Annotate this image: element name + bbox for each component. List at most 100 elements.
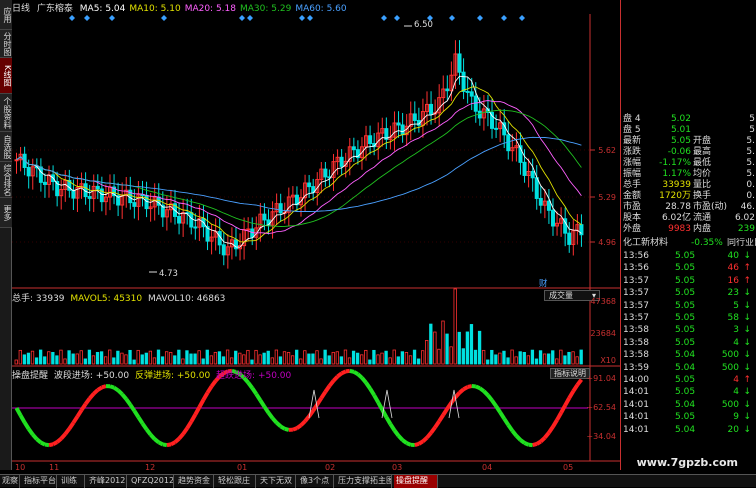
side-tab-0[interactable]: 应用 [0,0,12,30]
tick-price: 5.05 [675,275,695,287]
finance-marker[interactable]: 财 [539,277,548,289]
low-price-marker: 4.73 [159,269,178,279]
side-tab-4[interactable]: 自选股 [0,132,12,162]
bottom-tab-5[interactable]: 趋势资金 [176,475,214,488]
chart-area[interactable]: 日线 广东榕泰 MA5: 5.04MA10: 5.10MA20: 5.18MA3… [12,0,620,462]
bottom-tab-1[interactable]: 指标平台 [22,475,57,488]
candle-body [551,210,554,226]
indicator-segment [199,400,203,407]
candle-body [15,160,18,161]
volume-bar [438,349,441,364]
side-tab-6[interactable]: 更多 [0,198,12,228]
tick-volume: 40 [728,250,739,262]
volume-bar [507,358,510,364]
indicator-segment [423,438,427,442]
volume-bar [234,351,237,364]
candle-body [397,123,400,125]
candle-body [401,125,404,135]
volume-bar [39,350,42,364]
indicator-segment [468,386,472,387]
indicator-segment [464,387,468,389]
quote-value: 5.05 [653,136,691,147]
volume-bar [60,350,63,364]
volume-bar [527,356,530,364]
indicator-segment [443,409,447,415]
indicator-segment [577,380,581,385]
volume-scale-unit: X10 [600,356,616,365]
tick-volume: 4 [733,374,739,386]
indicator-segment [512,431,516,436]
candle-body [308,183,311,187]
sector-compare-link[interactable]: 同行业比较 [727,238,756,249]
tick-time: 13:57 [623,300,649,312]
bottom-tab-8[interactable]: 像3个点 [298,475,334,488]
indicator-segment [69,423,73,429]
side-tab-1[interactable]: 分时图 [0,30,12,58]
candle-body [279,204,282,213]
side-tab-3[interactable]: 个股资料 [0,94,12,132]
side-tab-5[interactable]: 综合排名 [0,162,12,198]
indicator-help-button[interactable]: 指标说明 [550,368,590,379]
quote-label: 市盈 [623,202,641,213]
indicator-segment [142,423,146,429]
signal-diamond [307,15,313,21]
quote-label: 涨幅 [623,158,641,169]
indicator-segment [561,405,565,412]
bottom-tab-4[interactable]: QFZQ2012 [129,475,174,488]
mavol5-label: MAVOL5: 45310 [70,294,142,304]
indicator-segment [45,445,49,446]
candle-body [178,216,181,223]
tick-volume: 500 [722,399,739,411]
bottom-tab-0[interactable]: 观察 [0,475,20,488]
indicator-segment [545,433,549,438]
volume-bar [291,356,294,364]
tick-direction-icon: ↓ [743,386,751,398]
bottom-tab-6[interactable]: 轻松跟庄 [216,475,256,488]
volume-bar [161,357,164,364]
quote-value: 6.02亿 [653,213,691,224]
indicator-segment [159,442,163,444]
quote-row: 外盘9983内盘239 [623,224,756,235]
candle-body [430,104,433,114]
candle-body [324,169,327,177]
volume-bar [572,352,575,364]
volume-bar [482,350,485,364]
indicator-segment [488,395,492,400]
tick-direction-icon: ↓ [743,250,751,262]
indicator-segment [329,381,333,386]
bottom-tab-2[interactable]: 训练 [59,475,85,488]
kline-chart-svg[interactable] [12,0,620,462]
candle-body [446,89,449,91]
tick-volume: 58 [728,312,739,324]
volume-bar [352,351,355,364]
volume-bar [454,289,457,364]
indicator-segment [155,439,159,442]
indicator-segment [25,422,29,428]
volume-bar [145,353,148,364]
indicator-segment [334,376,338,380]
candle-body [352,147,355,150]
sector-row[interactable]: 化工新材料 -0.35% 同行业比较 [623,238,756,249]
indicator-segment [394,430,398,435]
tick-price: 5.05 [675,411,695,423]
candle-body [72,190,75,198]
bottom-tab-7[interactable]: 天下无双 [258,475,296,488]
volume-bar [348,358,351,364]
tick-volume: 23 [728,287,739,299]
indicator-segment [321,392,325,398]
tick-row: 13:575.055↓ [623,300,756,312]
bottom-tab-10[interactable]: 操盘提醒 [394,475,438,488]
candle-body [251,229,254,237]
indicator-segment [557,413,561,420]
volume-bar [88,350,91,364]
bottom-tab-9[interactable]: 压力支撑拓主图 [336,475,392,488]
indicator-segment [427,433,431,438]
side-tab-2[interactable]: K线图 [0,58,12,94]
signal-diamond [84,15,90,21]
signal-diamond [501,15,507,21]
indicator-segment [378,402,382,409]
bottom-tab-3[interactable]: 齐峰2012 [87,475,127,488]
sector-name[interactable]: 化工新材料 [623,238,668,249]
indicator-segment [541,438,545,442]
volume-bar [389,358,392,364]
